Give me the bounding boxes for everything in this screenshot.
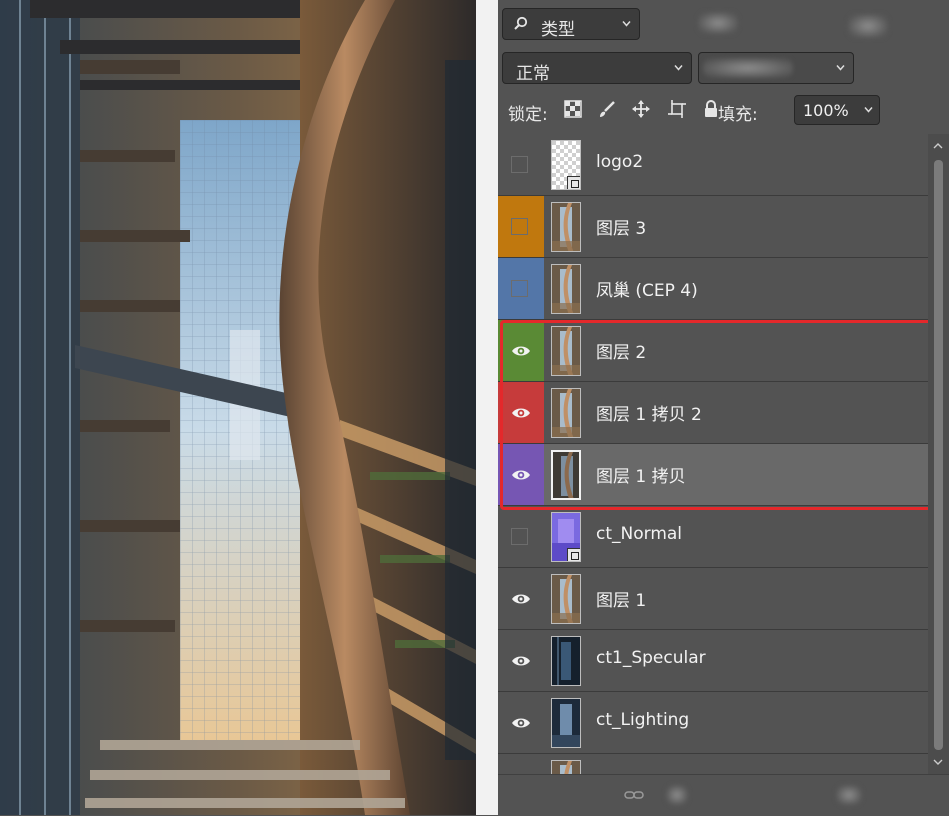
divider-strip: [476, 0, 498, 815]
scroll-up-icon[interactable]: [933, 142, 943, 150]
layer-visibility-toggle[interactable]: [498, 320, 544, 381]
layer-visibility-toggle[interactable]: [498, 134, 544, 195]
fill-field[interactable]: 100%: [794, 95, 880, 125]
chevron-down-icon: [622, 21, 631, 27]
layer-row[interactable]: 图层 3: [498, 196, 928, 258]
layer-name[interactable]: 图层 1: [596, 586, 646, 611]
layer-row[interactable]: 凤巢 (CEP 4): [498, 258, 928, 320]
eye-icon[interactable]: [511, 713, 531, 733]
layer-name[interactable]: 图层 3: [596, 214, 646, 239]
visibility-off-box[interactable]: [511, 528, 528, 545]
layer-visibility-toggle[interactable]: [498, 382, 544, 443]
layer-thumbnail[interactable]: [551, 140, 581, 190]
link-layers-icon[interactable]: [624, 787, 644, 803]
eye-icon[interactable]: [511, 589, 531, 609]
fill-label: 填充:: [718, 105, 758, 125]
visibility-off-box[interactable]: [511, 280, 528, 297]
layer-thumbnail[interactable]: [551, 512, 581, 562]
layer-thumbnail[interactable]: [551, 388, 581, 438]
layer-row[interactable]: ct_Lighting: [498, 692, 928, 754]
layer-visibility-toggle[interactable]: [498, 754, 544, 774]
lock-row: 锁定: 填充: 100%: [506, 94, 946, 126]
filter-icons-blurred: [848, 14, 888, 38]
visibility-off-box[interactable]: [511, 218, 528, 235]
layer-thumbnail[interactable]: [551, 760, 581, 774]
lock-brush-icon[interactable]: [598, 100, 616, 118]
blend-mode-dropdown[interactable]: 正常: [502, 52, 692, 84]
layer-name[interactable]: 图层 2: [596, 338, 646, 363]
smart-object-icon: [567, 176, 580, 189]
layer-name[interactable]: logo2: [596, 152, 643, 172]
blend-mode-value: 正常: [516, 64, 550, 84]
layer-row[interactable]: 图层 1: [498, 568, 928, 630]
layer-visibility-toggle[interactable]: [498, 258, 544, 319]
layers-footer: [498, 774, 949, 816]
footer-icon-blurred[interactable]: [666, 785, 688, 805]
layer-thumbnail[interactable]: [551, 574, 581, 624]
layer-row[interactable]: 图层 1 拷贝: [498, 444, 928, 506]
chevron-down-icon: [674, 65, 683, 71]
layer-visibility-toggle[interactable]: [498, 630, 544, 691]
layer-name[interactable]: 凤巢 (CEP 4): [596, 276, 698, 301]
search-icon: [514, 16, 528, 30]
scrollbar-thumb[interactable]: [934, 160, 943, 750]
layer-visibility-toggle[interactable]: [498, 568, 544, 629]
layer-thumbnail[interactable]: [551, 202, 581, 252]
layer-visibility-toggle[interactable]: [498, 196, 544, 257]
eye-icon[interactable]: [511, 651, 531, 671]
layer-row[interactable]: ct1_Specular: [498, 630, 928, 692]
layer-name[interactable]: 图层 1 拷贝 2: [596, 400, 702, 425]
filter-icons-blurred: [698, 12, 738, 34]
layers-scrollbar[interactable]: [928, 134, 949, 774]
chevron-down-icon: [836, 65, 845, 71]
layer-name[interactable]: ct_Normal: [596, 524, 682, 544]
layer-thumbnail[interactable]: [551, 450, 581, 500]
layer-row[interactable]: ct_Normal: [498, 506, 928, 568]
lock-artboard-icon[interactable]: [668, 100, 686, 118]
architecture-render-image: [0, 0, 476, 815]
layer-thumbnail[interactable]: [551, 698, 581, 748]
layer-filter-dropdown[interactable]: 类型: [502, 8, 640, 40]
layer-name[interactable]: ct_Lighting: [596, 710, 689, 730]
opacity-field[interactable]: [698, 52, 854, 84]
layer-row[interactable]: [498, 754, 928, 774]
scroll-down-icon[interactable]: [933, 758, 943, 766]
lock-move-icon[interactable]: [632, 100, 650, 118]
layer-visibility-toggle[interactable]: [498, 444, 544, 505]
opacity-label-blurred: [703, 58, 793, 78]
footer-icon-blurred[interactable]: [836, 785, 862, 805]
layer-thumbnail[interactable]: [551, 326, 581, 376]
layer-thumbnail[interactable]: [551, 636, 581, 686]
visibility-off-box[interactable]: [511, 156, 528, 173]
chevron-down-icon: [864, 107, 873, 113]
lock-transparent-icon[interactable]: [564, 100, 582, 118]
eye-icon[interactable]: [511, 465, 531, 485]
layer-visibility-toggle[interactable]: [498, 506, 544, 567]
layer-row[interactable]: 图层 1 拷贝 2: [498, 382, 928, 444]
eye-icon[interactable]: [511, 341, 531, 361]
lock-label: 锁定:: [508, 105, 548, 125]
layer-row[interactable]: logo2: [498, 134, 928, 196]
fill-value: 100%: [803, 101, 849, 120]
layer-row[interactable]: 图层 2: [498, 320, 928, 382]
layers-list: logo2 图层 3 凤巢 (CEP 4) 图层 2 图层 1 拷贝 2 图层 1 拷贝 c…: [498, 134, 928, 774]
eye-icon[interactable]: [511, 403, 531, 423]
filter-label: 类型: [541, 20, 575, 40]
layer-name[interactable]: 图层 1 拷贝: [596, 462, 686, 487]
layer-visibility-toggle[interactable]: [498, 692, 544, 753]
layer-name[interactable]: ct1_Specular: [596, 648, 706, 668]
layer-thumbnail[interactable]: [551, 264, 581, 314]
smart-object-icon: [567, 548, 580, 561]
layers-panel: 类型 正常 锁定: 填充: 100% logo2 图层 3 凤巢 (CEP 4)…: [498, 0, 949, 816]
